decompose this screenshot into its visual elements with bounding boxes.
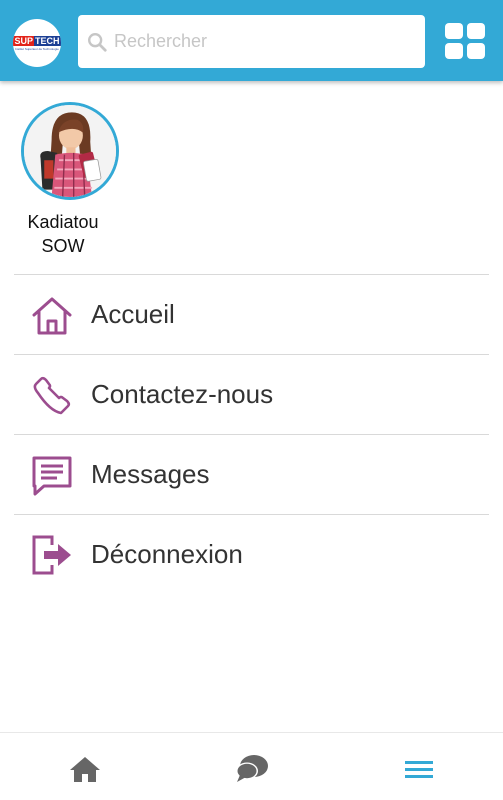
apps-grid-button[interactable] [445, 23, 485, 59]
grid-icon [467, 43, 485, 59]
menu-item-accueil[interactable]: Accueil [14, 274, 489, 354]
logo-tagline: Institut Supérieur de Technologie [15, 46, 59, 51]
logo-wordmark: SUP TECH [13, 35, 61, 46]
user-name: Kadiatou SOW [14, 210, 112, 258]
menu-item-messages[interactable]: Messages [14, 434, 489, 514]
search-input[interactable] [114, 26, 414, 57]
menu-item-deconnexion[interactable]: Déconnexion [14, 514, 489, 594]
top-app-bar: SUP TECH Institut Supérieur de Technolog… [0, 0, 503, 81]
menu-item-label: Accueil [91, 299, 175, 329]
menu-item-label: Contactez-nous [91, 379, 274, 409]
grid-icon [445, 23, 463, 39]
search-icon [88, 32, 107, 52]
menu-item-label: Déconnexion [91, 539, 243, 569]
logo-word-right: TECH [34, 35, 61, 46]
chat-icon[interactable] [235, 753, 269, 783]
phone-icon [33, 376, 71, 414]
grid-icon [467, 23, 485, 39]
grid-icon [445, 43, 463, 59]
menu-item-label: Messages [91, 459, 210, 489]
avatar[interactable] [21, 102, 119, 200]
search-bar[interactable] [78, 15, 425, 68]
menu-icon[interactable] [403, 755, 435, 783]
user-first-name: Kadiatou [27, 212, 99, 232]
menu-item-contactez-nous[interactable]: Contactez-nous [14, 354, 489, 434]
logo-word-left: SUP [13, 35, 34, 46]
home-icon [32, 297, 72, 334]
bottom-navigation [0, 732, 503, 800]
message-icon [32, 456, 72, 495]
logout-icon [32, 535, 71, 574]
suptech-logo[interactable]: SUP TECH Institut Supérieur de Technolog… [13, 19, 61, 67]
user-last-name: SOW [41, 236, 85, 256]
home-icon[interactable] [69, 755, 101, 783]
drawer-menu: Accueil Contactez-nous Messages Déconnex… [14, 274, 489, 594]
student-avatar-icon [24, 105, 116, 197]
